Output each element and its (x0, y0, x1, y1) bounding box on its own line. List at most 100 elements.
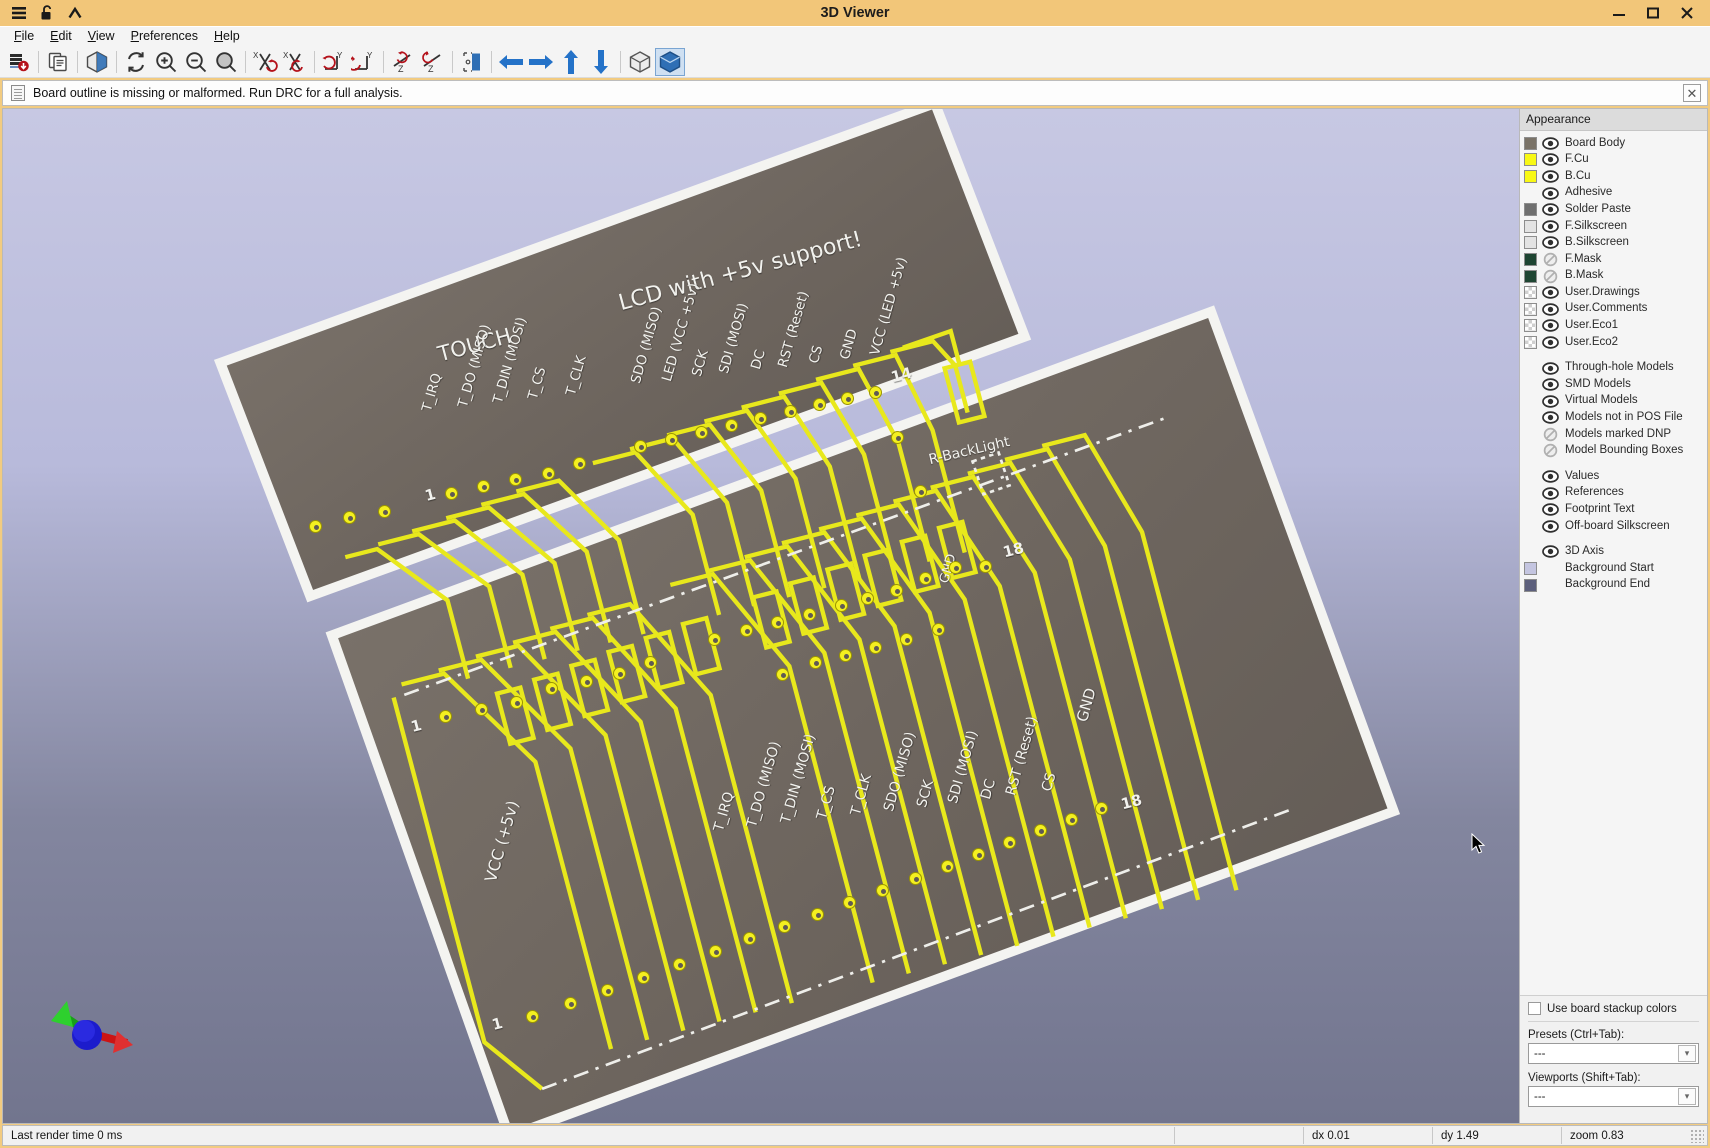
layer-row-references[interactable]: References (1520, 485, 1707, 502)
color-swatch[interactable] (1524, 303, 1537, 316)
layer-row-background-end[interactable]: Background End (1520, 577, 1707, 594)
chevron-down-icon[interactable]: ▾ (1678, 1045, 1696, 1062)
view-cube-icon[interactable] (625, 48, 655, 76)
color-swatch[interactable] (1524, 286, 1537, 299)
layer-row-user-eco2[interactable]: User.Eco2 (1520, 334, 1707, 351)
3d-viewport[interactable]: LCD with +5v support! TOUCH 1 14 R-BackL… (2, 108, 1520, 1124)
eye-hidden-icon[interactable] (1542, 427, 1559, 442)
rotate-z-clockwise-icon[interactable]: Z (388, 48, 418, 76)
layer-row-values[interactable]: Values (1520, 468, 1707, 485)
color-swatch[interactable] (1524, 153, 1537, 166)
rotate-x-counterclockwise-icon[interactable]: X (280, 48, 310, 76)
layer-row-virtual-models[interactable]: Virtual Models (1520, 393, 1707, 410)
eye-icon[interactable] (1542, 394, 1559, 409)
color-swatch[interactable] (1524, 579, 1537, 592)
eye-icon[interactable] (1542, 486, 1559, 501)
color-swatch[interactable] (1524, 562, 1537, 575)
layer-row-solder-paste[interactable]: Solder Paste (1520, 201, 1707, 218)
reload-board-icon[interactable] (4, 48, 34, 76)
eye-hidden-icon[interactable] (1542, 269, 1559, 284)
eye-icon[interactable] (1542, 285, 1559, 300)
eye-icon[interactable] (1542, 302, 1559, 317)
eye-icon[interactable] (1542, 169, 1559, 184)
copy-to-clipboard-icon[interactable] (43, 48, 73, 76)
use-board-stackup-colors-row[interactable]: Use board stackup colors (1528, 1002, 1699, 1015)
presets-combobox[interactable]: --- ▾ (1528, 1043, 1699, 1064)
menu-help[interactable]: Help (208, 28, 250, 45)
eye-icon[interactable] (1542, 136, 1559, 151)
layer-row-3d-axis[interactable]: 3D Axis (1520, 544, 1707, 561)
layer-row-footprint-text[interactable]: Footprint Text (1520, 501, 1707, 518)
layer-row-b-mask[interactable]: B.Mask (1520, 268, 1707, 285)
layer-row-f-mask[interactable]: F.Mask (1520, 251, 1707, 268)
eye-icon[interactable] (1542, 469, 1559, 484)
eye-icon[interactable] (1542, 377, 1559, 392)
menu-edit[interactable]: Edit (44, 28, 82, 45)
layer-row-board-body[interactable]: Board Body (1520, 135, 1707, 152)
appearance-layer-list[interactable]: Board Body F.Cu B.Cu (1520, 131, 1707, 995)
eye-icon[interactable] (1542, 335, 1559, 350)
layer-row-user-eco1[interactable]: User.Eco1 (1520, 318, 1707, 335)
color-swatch[interactable] (1524, 220, 1537, 233)
eye-icon[interactable] (1542, 410, 1559, 425)
use-board-stackup-colors-checkbox[interactable] (1528, 1002, 1541, 1015)
eye-icon[interactable] (1542, 519, 1559, 534)
color-swatch[interactable] (1524, 203, 1537, 216)
eye-icon[interactable] (1542, 202, 1559, 217)
unlock-icon[interactable] (34, 1, 60, 25)
viewports-combobox[interactable]: --- ▾ (1528, 1086, 1699, 1107)
eye-icon[interactable] (1542, 361, 1559, 376)
rotate-y-clockwise-icon[interactable]: Y (319, 48, 349, 76)
color-swatch[interactable] (1524, 170, 1537, 183)
move-right-icon[interactable] (526, 48, 556, 76)
eye-icon[interactable] (1542, 219, 1559, 234)
rotate-y-counterclockwise-icon[interactable]: Y (349, 48, 379, 76)
zoom-in-icon[interactable] (151, 48, 181, 76)
menu-view[interactable]: View (82, 28, 125, 45)
eye-icon[interactable] (1542, 544, 1559, 559)
resize-grip[interactable] (1690, 1129, 1704, 1143)
layer-row-b-cu[interactable]: B.Cu (1520, 168, 1707, 185)
hamburger-icon[interactable] (6, 1, 32, 25)
layer-row-models-marked-dnp[interactable]: Models marked DNP (1520, 426, 1707, 443)
move-down-icon[interactable] (586, 48, 616, 76)
zoom-fit-icon[interactable] (211, 48, 241, 76)
zoom-out-icon[interactable] (181, 48, 211, 76)
eye-hidden-icon[interactable] (1542, 443, 1559, 458)
layer-row-adhesive[interactable]: Adhesive (1520, 185, 1707, 202)
color-swatch[interactable] (1524, 236, 1537, 249)
maximize-button[interactable] (1636, 0, 1670, 26)
refresh-icon[interactable] (121, 48, 151, 76)
eye-icon[interactable] (1542, 235, 1559, 250)
chevron-down-icon[interactable]: ▾ (1678, 1088, 1696, 1105)
layer-row-model-bounding-boxes[interactable]: Model Bounding Boxes (1520, 443, 1707, 460)
rotate-z-counterclockwise-icon[interactable]: Z (418, 48, 448, 76)
color-swatch[interactable] (1524, 137, 1537, 150)
menu-file[interactable]: File (8, 28, 44, 45)
layer-row-off-board-silkscreen[interactable]: Off-board Silkscreen (1520, 518, 1707, 535)
render-options-icon[interactable] (82, 48, 112, 76)
move-up-icon[interactable] (556, 48, 586, 76)
move-left-icon[interactable] (496, 48, 526, 76)
info-bar-close-button[interactable]: ✕ (1683, 84, 1701, 102)
layer-row-models-not-in-pos-file[interactable]: Models not in POS File (1520, 410, 1707, 427)
color-swatch[interactable] (1524, 270, 1537, 283)
eye-icon[interactable] (1542, 186, 1559, 201)
eye-icon[interactable] (1542, 318, 1559, 333)
layer-row-background-start[interactable]: Background Start (1520, 560, 1707, 577)
layer-row-through-hole-models[interactable]: Through-hole Models (1520, 360, 1707, 377)
layer-row-user-drawings[interactable]: User.Drawings (1520, 284, 1707, 301)
layer-row-f-silkscreen[interactable]: F.Silkscreen (1520, 218, 1707, 235)
layer-row-b-silkscreen[interactable]: B.Silkscreen (1520, 235, 1707, 252)
color-swatch[interactable] (1524, 319, 1537, 332)
flip-board-icon[interactable] (457, 48, 487, 76)
close-button[interactable] (1670, 0, 1704, 26)
color-swatch[interactable] (1524, 253, 1537, 266)
layer-row-smd-models[interactable]: SMD Models (1520, 376, 1707, 393)
color-swatch[interactable] (1524, 336, 1537, 349)
layer-row-user-comments[interactable]: User.Comments (1520, 301, 1707, 318)
eye-icon[interactable] (1542, 152, 1559, 167)
appearance-toggle-icon[interactable] (655, 48, 685, 76)
eye-hidden-icon[interactable] (1542, 252, 1559, 267)
layer-row-f-cu[interactable]: F.Cu (1520, 152, 1707, 169)
